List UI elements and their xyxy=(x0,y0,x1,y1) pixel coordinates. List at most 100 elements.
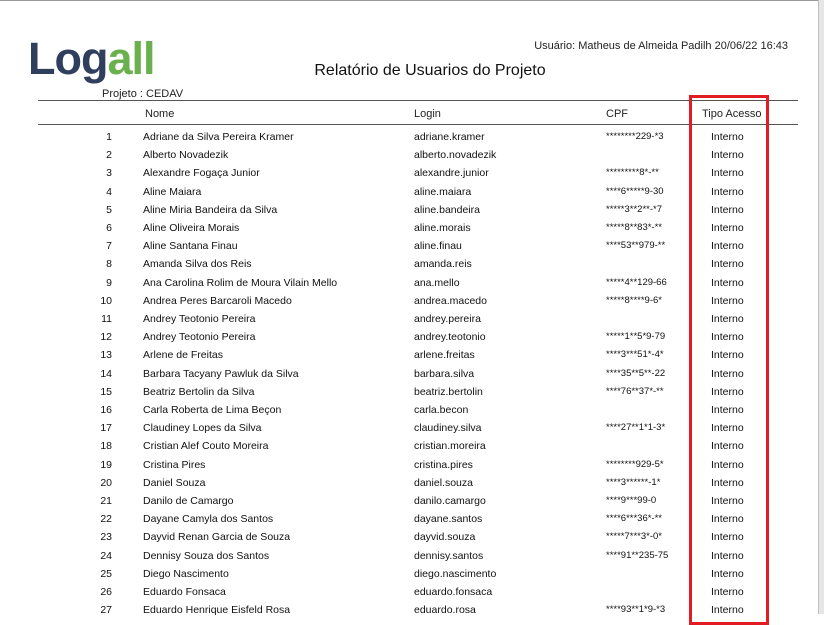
row-number: 7 xyxy=(106,240,112,253)
row-name: Carla Roberta de Lima Beçon xyxy=(143,404,282,416)
row-name: Andrey Teotonio Pereira xyxy=(143,313,256,325)
row-login: ana.mello xyxy=(414,276,460,289)
row-number: 10 xyxy=(100,294,112,307)
row-login: aline.maiara xyxy=(414,185,472,198)
header-bottom-rule xyxy=(38,124,798,125)
row-login: claudiney.silva xyxy=(414,422,482,435)
row-login: danilo.camargo xyxy=(414,495,486,507)
row-number: 23 xyxy=(100,531,112,544)
page-top-border xyxy=(0,0,824,1)
row-number: 18 xyxy=(100,440,112,453)
row-number: 6 xyxy=(106,222,112,234)
row-cpf: ****35**5**-22 xyxy=(606,367,666,379)
row-login: daniel.souza xyxy=(414,476,473,489)
row-number: 17 xyxy=(100,422,112,435)
row-name: Adriane da Silva Pereira Kramer xyxy=(143,131,294,143)
row-number: 21 xyxy=(100,495,112,507)
row-cpf: ****91**235-75 xyxy=(606,549,669,561)
row-login: carla.becon xyxy=(414,404,469,416)
row-number: 27 xyxy=(100,604,112,617)
row-number: 9 xyxy=(106,276,112,289)
row-login: arlene.freitas xyxy=(414,349,475,362)
row-cpf: ********929-5* xyxy=(606,458,664,470)
row-cpf: *****7***3*-0* xyxy=(606,531,662,543)
row-number: 2 xyxy=(106,149,112,162)
row-number: 19 xyxy=(100,458,112,471)
row-name: Cristian Alef Couto Moreira xyxy=(143,440,269,453)
row-name: Danilo de Camargo xyxy=(143,495,234,507)
row-name: Dennisy Souza dos Santos xyxy=(143,549,270,562)
row-number: 11 xyxy=(101,313,112,325)
row-cpf: ****3******-1* xyxy=(606,476,661,488)
row-cpf: *****4**129-66 xyxy=(606,276,667,288)
row-number: 24 xyxy=(100,549,112,562)
row-name: Diego Nascimento xyxy=(143,567,229,580)
project-label: Projeto : CEDAV xyxy=(102,88,184,100)
row-login: andrea.macedo xyxy=(414,294,487,307)
row-name: Dayvid Renan Garcia de Souza xyxy=(143,531,291,544)
row-cpf: *****8**83*-** xyxy=(606,222,662,233)
row-login: eduardo.fonsaca xyxy=(414,586,493,598)
row-login: alberto.novadezik xyxy=(414,149,497,162)
row-name: Ana Carolina Rolim de Moura Vilain Mello xyxy=(143,276,338,289)
row-number: 3 xyxy=(106,167,112,180)
row-number: 20 xyxy=(100,476,112,489)
tipo-acesso-highlight-box xyxy=(689,95,769,625)
column-header-nome: Nome xyxy=(145,108,175,120)
row-name: Dayane Camyla dos Santos xyxy=(143,513,274,526)
row-login: cristina.pires xyxy=(414,458,473,471)
row-name: Aline Miria Bandeira da Silva xyxy=(143,203,278,216)
row-name: Andrey Teotonio Pereira xyxy=(143,331,256,344)
row-name: Beatriz Bertolin da Silva xyxy=(143,385,255,398)
row-number: 25 xyxy=(100,567,112,580)
row-login: alexandre.junior xyxy=(414,167,489,180)
row-name: Amanda Silva dos Reis xyxy=(143,258,252,271)
column-header-login: Login xyxy=(414,108,441,120)
row-cpf: ********229-*3 xyxy=(606,131,664,142)
row-name: Aline Maiara xyxy=(143,185,202,198)
row-login: diego.nascimento xyxy=(414,567,497,580)
row-name: Andrea Peres Barcaroli Macedo xyxy=(143,294,292,307)
row-number: 4 xyxy=(106,185,112,198)
row-login: dayvid.souza xyxy=(414,531,476,544)
row-number: 22 xyxy=(100,513,112,526)
row-cpf: *****3**2**-*7 xyxy=(606,203,662,215)
row-name: Aline Santana Finau xyxy=(143,240,238,253)
row-login: barbara.silva xyxy=(414,367,475,380)
row-cpf: ****27**1*1-3* xyxy=(606,422,666,434)
row-name: Eduardo Henrique Eisfeld Rosa xyxy=(143,604,291,617)
row-cpf: ****53**979-** xyxy=(606,240,666,252)
row-name: Eduardo Fonsaca xyxy=(143,586,226,598)
row-number: 15 xyxy=(100,385,112,398)
row-cpf: ****3***51*-4* xyxy=(606,349,664,361)
row-name: Alexandre Fogaça Junior xyxy=(143,167,260,180)
row-number: 13 xyxy=(100,349,112,362)
row-number: 8 xyxy=(106,258,112,271)
column-header-cpf: CPF xyxy=(606,108,628,120)
row-login: beatriz.bertolin xyxy=(414,385,483,398)
row-name: Barbara Tacyany Pawluk da Silva xyxy=(143,367,299,380)
row-number: 16 xyxy=(100,404,112,416)
row-number: 14 xyxy=(100,367,112,380)
row-cpf: ****6***36*-** xyxy=(606,513,662,525)
report-title: Relatório de Usuarios do Projeto xyxy=(314,62,546,79)
row-number: 1 xyxy=(106,131,112,143)
header-top-rule xyxy=(38,100,798,101)
row-login: dayane.santos xyxy=(414,513,483,526)
row-number: 26 xyxy=(100,586,112,598)
row-login: dennisy.santos xyxy=(414,549,484,562)
row-cpf: *********8*-** xyxy=(606,167,659,179)
row-name: Aline Oliveira Morais xyxy=(143,222,240,234)
row-login: eduardo.rosa xyxy=(414,604,476,617)
row-cpf: ****76**37*-** xyxy=(606,385,664,397)
row-login: aline.finau xyxy=(414,240,462,253)
row-login: amanda.reis xyxy=(414,258,472,271)
row-cpf: *****1**5*9-79 xyxy=(606,331,666,343)
row-login: andrey.pereira xyxy=(414,313,481,325)
row-name: Arlene de Freitas xyxy=(143,349,223,362)
row-login: aline.morais xyxy=(414,222,471,234)
row-login: aline.bandeira xyxy=(414,203,480,216)
row-number: 5 xyxy=(106,203,112,216)
row-name: Alberto Novadezik xyxy=(143,149,229,162)
row-login: adriane.kramer xyxy=(414,131,485,143)
